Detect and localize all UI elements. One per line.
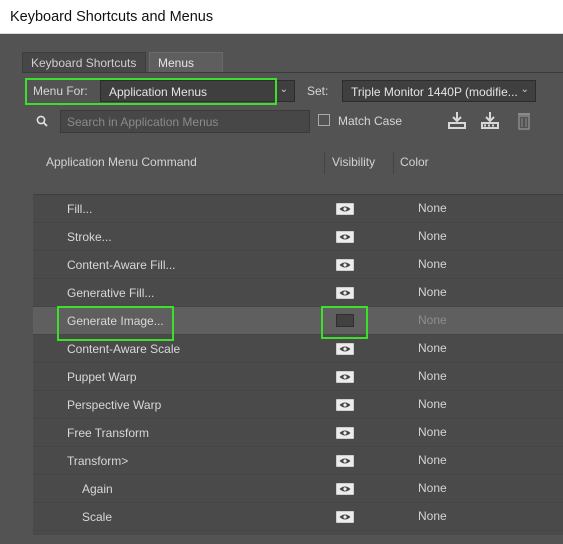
command-label: Fill... [67,202,93,216]
color-value[interactable]: None [418,425,447,439]
eye-icon[interactable] [336,483,354,495]
command-label: Content-Aware Fill... [67,258,176,272]
eye-icon[interactable] [336,455,354,467]
command-label: Transform> [67,454,129,468]
save-set-as-icon[interactable] [479,110,501,132]
chevron-down-icon: ⌄ [520,84,529,95]
eye-icon[interactable] [336,343,354,355]
list-item-selected[interactable]: Generate Image... None [33,307,563,335]
list-item[interactable]: Fill... None [33,195,563,223]
search-input[interactable]: Search in Application Menus [60,110,310,133]
chevron-down-icon: ⌄ [279,84,288,95]
match-case-checkbox[interactable] [318,114,330,126]
color-value[interactable]: None [418,341,447,355]
eye-icon[interactable] [336,259,354,271]
list-item[interactable]: Stroke... None [33,223,563,251]
set-dropdown[interactable]: Triple Monitor 1440P (modifie... ⌄ [342,80,536,102]
command-label: Perspective Warp [67,398,162,412]
color-value[interactable]: None [418,201,447,215]
command-label: Generate Image... [67,314,164,328]
search-icon [36,115,48,127]
command-label: Puppet Warp [67,370,137,384]
list-item[interactable]: Scale None [33,503,563,531]
color-value[interactable]: None [418,313,447,327]
color-value[interactable]: None [418,229,447,243]
list-item[interactable]: Again None [33,475,563,503]
color-value[interactable]: None [418,369,447,383]
list-item[interactable]: Perspective Warp None [33,391,563,419]
color-value[interactable]: None [418,453,447,467]
list-item[interactable]: Free Transform None [33,419,563,447]
command-label: Content-Aware Scale [67,342,181,356]
command-label: Stroke... [67,230,112,244]
visibility-off-toggle[interactable] [336,314,354,327]
eye-icon[interactable] [336,371,354,383]
tab-keyboard-shortcuts[interactable]: Keyboard Shortcuts [22,52,146,72]
match-case-label: Match Case [338,114,403,128]
menu-command-list: Fill... None Stroke... None Content-Awar… [33,194,563,535]
menu-for-value: Application Menus [109,85,208,99]
list-item[interactable]: Generative Fill... None [33,279,563,307]
trash-icon[interactable] [513,110,535,132]
menu-for-dropdown[interactable]: Application Menus ⌄ [100,80,295,102]
eye-icon[interactable] [336,231,354,243]
tab-bar: Keyboard Shortcuts Menus [22,52,563,73]
command-label: Again [82,482,113,496]
column-header-visibility[interactable]: Visibility [332,155,375,169]
column-divider [324,152,325,174]
tab-menus[interactable]: Menus [149,52,223,72]
set-label: Set: [307,84,329,98]
column-header-command[interactable]: Application Menu Command [46,155,197,169]
list-item[interactable]: Content-Aware Fill... None [33,251,563,279]
eye-icon[interactable] [336,287,354,299]
list-item[interactable]: Puppet Warp None [33,363,563,391]
color-value[interactable]: None [418,285,447,299]
save-set-icon[interactable] [446,110,468,132]
menu-for-label: Menu For: [33,84,88,98]
command-label: Scale [82,510,113,524]
search-placeholder: Search in Application Menus [67,115,219,129]
list-item[interactable]: Content-Aware Scale None [33,335,563,363]
window-title: Keyboard Shortcuts and Menus [10,9,214,25]
command-label: Free Transform [67,426,150,440]
column-header-color[interactable]: Color [400,155,429,169]
eye-icon[interactable] [336,427,354,439]
color-value[interactable]: None [418,397,447,411]
eye-icon[interactable] [336,511,354,523]
eye-icon[interactable] [336,203,354,215]
eye-icon[interactable] [336,399,354,411]
color-value[interactable]: None [418,481,447,495]
list-item[interactable]: Transform> None [33,447,563,475]
color-value[interactable]: None [418,509,447,523]
color-value[interactable]: None [418,257,447,271]
title-bar: Keyboard Shortcuts and Menus [0,0,563,34]
command-label: Generative Fill... [67,286,155,300]
column-divider [393,152,394,174]
set-value: Triple Monitor 1440P (modifie... [351,85,517,99]
